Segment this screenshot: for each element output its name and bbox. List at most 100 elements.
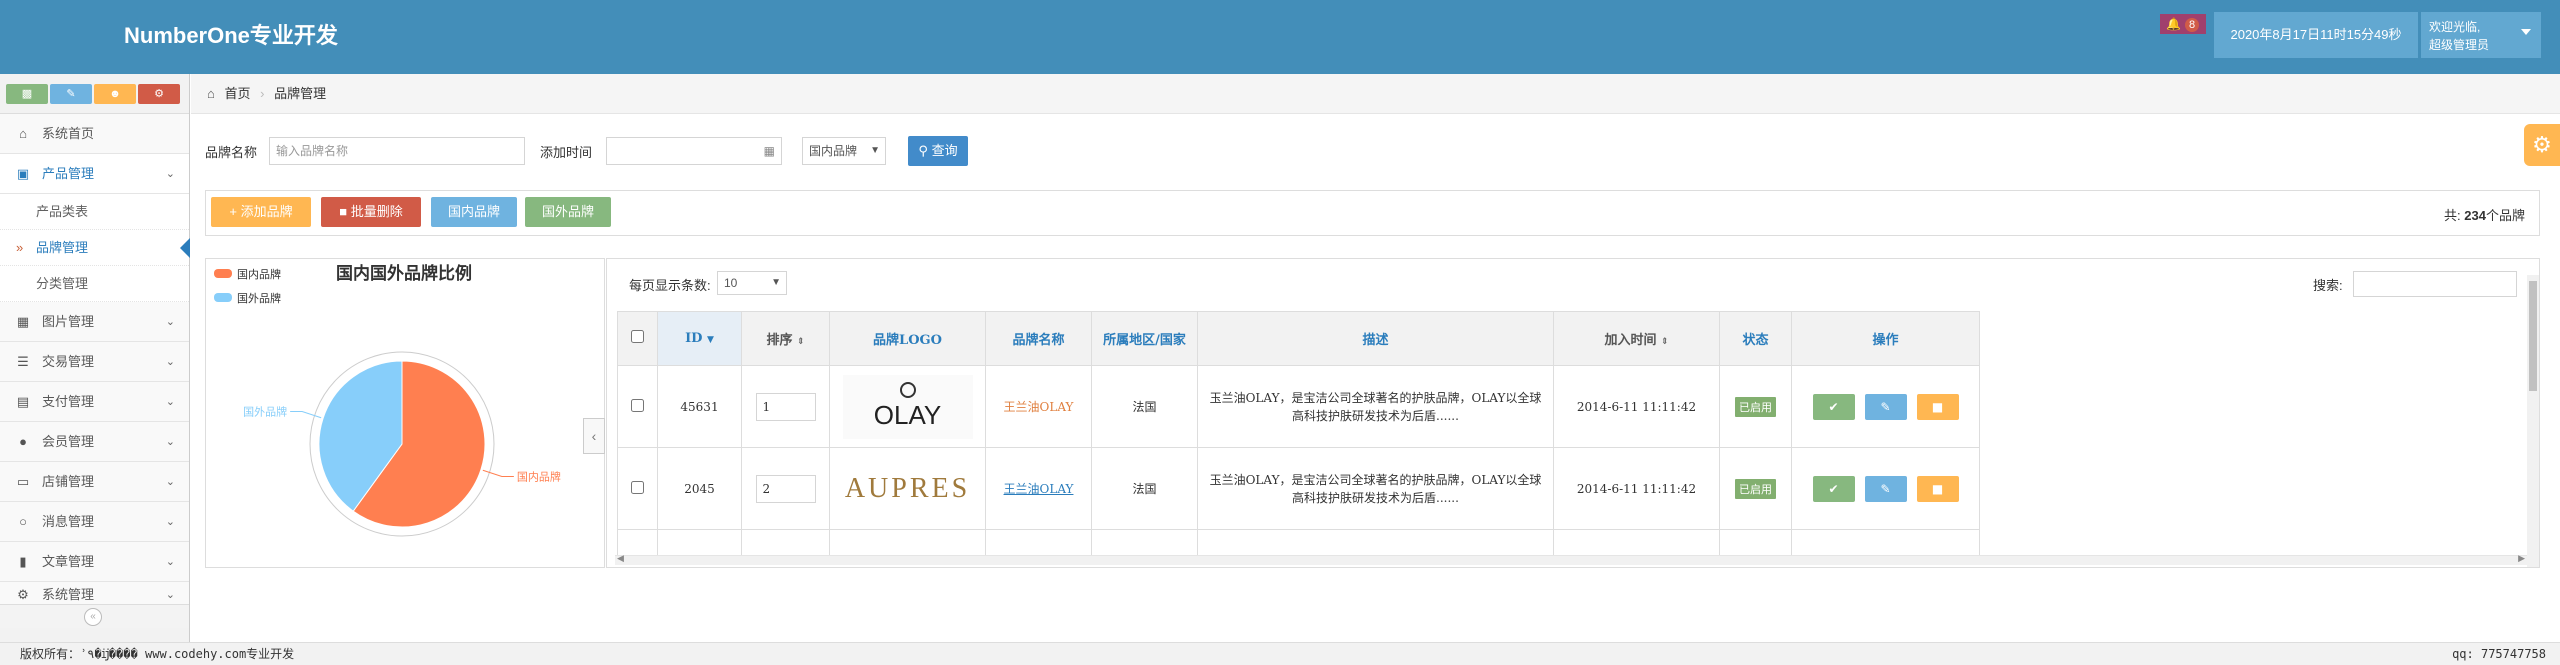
- sidebar-item-products[interactable]: ▣ 产品管理 ⌄: [0, 154, 189, 194]
- edit-button[interactable]: ✎: [1864, 475, 1907, 502]
- select-all-checkbox[interactable]: [631, 330, 644, 343]
- sort-desc-icon: ▼: [706, 335, 714, 345]
- column-header-actions: 操作: [1791, 311, 1980, 366]
- brand-ratio-chart-panel: 国内国外品牌比例 国内品牌 国外品牌 国内品牌 国外品牌: [205, 258, 605, 568]
- user-menu[interactable]: 欢迎光临, 超级管理员: [2421, 12, 2541, 58]
- slice-label: 国外品牌: [243, 405, 287, 419]
- sidebar-item-label: 支付管理: [42, 394, 95, 409]
- total-suffix: 个品牌: [2485, 208, 2525, 223]
- sidebar-item-home[interactable]: ⌂ 系统首页: [0, 114, 189, 154]
- group-shortcut-button[interactable]: ☻: [94, 84, 136, 104]
- brand-type-select-value: 国内品牌: [809, 144, 858, 158]
- signal-shortcut-button[interactable]: ▩: [6, 84, 48, 104]
- cell-name[interactable]: 王兰油OLAY: [985, 365, 1092, 448]
- enable-button[interactable]: ✔: [1812, 393, 1855, 420]
- brand-name-input[interactable]: 输入品牌名称: [269, 137, 525, 165]
- sidebar-item-payments[interactable]: ▤ 支付管理 ⌄: [0, 382, 189, 422]
- sort-input[interactable]: 2: [755, 474, 816, 503]
- add-time-input[interactable]: ▦: [606, 137, 782, 165]
- sidebar-item-label: 会员管理: [42, 434, 95, 449]
- sidebar-item-articles[interactable]: ▮ 文章管理 ⌄: [0, 542, 189, 582]
- legend-label[interactable]: 国外品牌: [237, 291, 281, 305]
- query-button[interactable]: ⚲ 查询: [908, 136, 968, 166]
- breadcrumb: ⌂ 首页 › 品牌管理: [191, 74, 2560, 114]
- query-button-label: 查询: [931, 143, 958, 158]
- table-search-input[interactable]: [2353, 271, 2517, 297]
- sort-input[interactable]: 1: [755, 392, 816, 421]
- table-scroll-area: ID ▼ 排序 ⇕ 品牌LOGO 品牌名称 所属地区/国家 描述 加入时间 ⇕ …: [617, 311, 1993, 559]
- batch-delete-button[interactable]: ■ 批量删除: [321, 197, 421, 227]
- pencil-shortcut-button[interactable]: ✎: [50, 84, 92, 104]
- edit-button[interactable]: ✎: [1864, 393, 1907, 420]
- add-brand-button[interactable]: + 添加品牌: [211, 197, 311, 227]
- delete-button[interactable]: ■: [1916, 475, 1959, 502]
- vertical-scrollbar[interactable]: [2527, 275, 2539, 567]
- legend-label[interactable]: 国内品牌: [237, 267, 281, 281]
- batch-delete-label: 批量删除: [350, 204, 403, 219]
- breadcrumb-home-link[interactable]: 首页: [224, 86, 250, 101]
- foreign-brand-button[interactable]: 国外品牌: [525, 197, 611, 227]
- sidebar-collapse-bar: «: [0, 604, 189, 628]
- cogs-shortcut-button[interactable]: ⚙: [138, 84, 180, 104]
- sidebar-subitem-brand-management[interactable]: » 品牌管理: [0, 230, 190, 266]
- scroll-left-icon[interactable]: ◀: [617, 553, 624, 564]
- chevron-down-icon: ⌄: [165, 436, 175, 448]
- sidebar-item-members[interactable]: ● 会员管理 ⌄: [0, 422, 189, 462]
- desktop-icon: ▣: [16, 166, 30, 181]
- brand-title[interactable]: NumberOne专业开发: [124, 18, 338, 50]
- panel-collapse-toggle[interactable]: ‹: [583, 418, 605, 454]
- column-header-status: 状态: [1719, 311, 1792, 366]
- settings-gear-icon[interactable]: ⚙: [2524, 124, 2560, 166]
- delete-button[interactable]: ■: [1916, 393, 1959, 420]
- sidebar-item-label: 消息管理: [42, 514, 95, 529]
- top-navbar: NumberOne专业开发 🔔 8 2020年8月17日11时15分49秒 欢迎光…: [0, 0, 2560, 74]
- sidebar-item-messages[interactable]: ○ 消息管理 ⌄: [0, 502, 189, 542]
- domestic-brand-button[interactable]: 国内品牌: [431, 197, 517, 227]
- sidebar-item-label: 店铺管理: [42, 474, 95, 489]
- chevron-down-icon: ⌄: [165, 516, 175, 528]
- sidebar-item-trades[interactable]: ☰ 交易管理 ⌄: [0, 342, 189, 382]
- scroll-right-icon[interactable]: ▶: [2518, 553, 2525, 564]
- table-row: 2045 2 AUPRES 王兰油OLAY 法国 玉兰油OLAY，是宝洁公司全球…: [617, 447, 1980, 530]
- scrollbar-thumb[interactable]: [2529, 281, 2537, 391]
- column-header-name: 品牌名称: [985, 311, 1092, 366]
- sidebar-subitem-category[interactable]: 分类管理: [0, 266, 189, 302]
- sidebar-item-label: 系统首页: [42, 126, 95, 141]
- table-row: 45631 1 OLAY 王兰油OLAY 法国 玉兰油OLAY，是宝洁公司全球著…: [617, 365, 1980, 448]
- double-angle-left-icon[interactable]: «: [84, 608, 102, 626]
- row-checkbox[interactable]: [631, 398, 644, 412]
- cell-id: 45631: [657, 365, 742, 448]
- picture-icon: ▦: [16, 314, 30, 329]
- footer: 版权所有：ʾ٩�ĳ���� www.codehy.com专业开发 qq: 775…: [0, 642, 2560, 665]
- datetime-display: 2020年8月17日11时15分49秒: [2214, 12, 2418, 58]
- cell-id: 2045: [657, 447, 742, 530]
- horizontal-scrollbar[interactable]: ◀ ▶: [615, 553, 2527, 565]
- column-header-label: 加入时间: [1604, 333, 1657, 348]
- column-header-id[interactable]: ID ▼: [657, 311, 742, 366]
- sidebar-item-label: 文章管理: [42, 554, 95, 569]
- status-badge: 已启用: [1735, 478, 1776, 499]
- row-checkbox[interactable]: [631, 480, 644, 494]
- cell-name[interactable]: 王兰油OLAY: [985, 447, 1092, 530]
- sidebar-subitem-product-list[interactable]: 产品类表: [0, 194, 189, 230]
- brand-table: ID ▼ 排序 ⇕ 品牌LOGO 品牌名称 所属地区/国家 描述 加入时间 ⇕ …: [617, 311, 1980, 559]
- column-header-sort[interactable]: 排序 ⇕: [741, 311, 830, 366]
- sidebar-item-label: 交易管理: [42, 354, 95, 369]
- page-size-select[interactable]: 10 ▼: [717, 271, 787, 295]
- legend-swatch[interactable]: [214, 269, 232, 278]
- brand-type-select[interactable]: 国内品牌 ▼: [802, 137, 886, 165]
- legend-swatch[interactable]: [214, 293, 232, 302]
- sidebar-item-pictures[interactable]: ▦ 图片管理 ⌄: [0, 302, 189, 342]
- shortcut-buttons: ▩ ✎ ☻ ⚙: [0, 74, 189, 114]
- user-icon: ●: [19, 434, 27, 449]
- copyright-text: 版权所有：ʾ٩�ĳ���� www.codehy.com专业开发: [20, 647, 295, 661]
- notification-bell[interactable]: 🔔 8: [2160, 14, 2206, 34]
- row-select-cell: [617, 365, 658, 448]
- active-indicator: [180, 238, 190, 258]
- enable-button[interactable]: ✔: [1812, 475, 1855, 502]
- breadcrumb-separator: ›: [260, 86, 265, 101]
- sidebar-item-shops[interactable]: ▭ 店铺管理 ⌄: [0, 462, 189, 502]
- user-role: 超级管理员: [2429, 38, 2490, 52]
- column-header-time[interactable]: 加入时间 ⇕: [1553, 311, 1720, 366]
- column-header-label: ID: [685, 331, 703, 346]
